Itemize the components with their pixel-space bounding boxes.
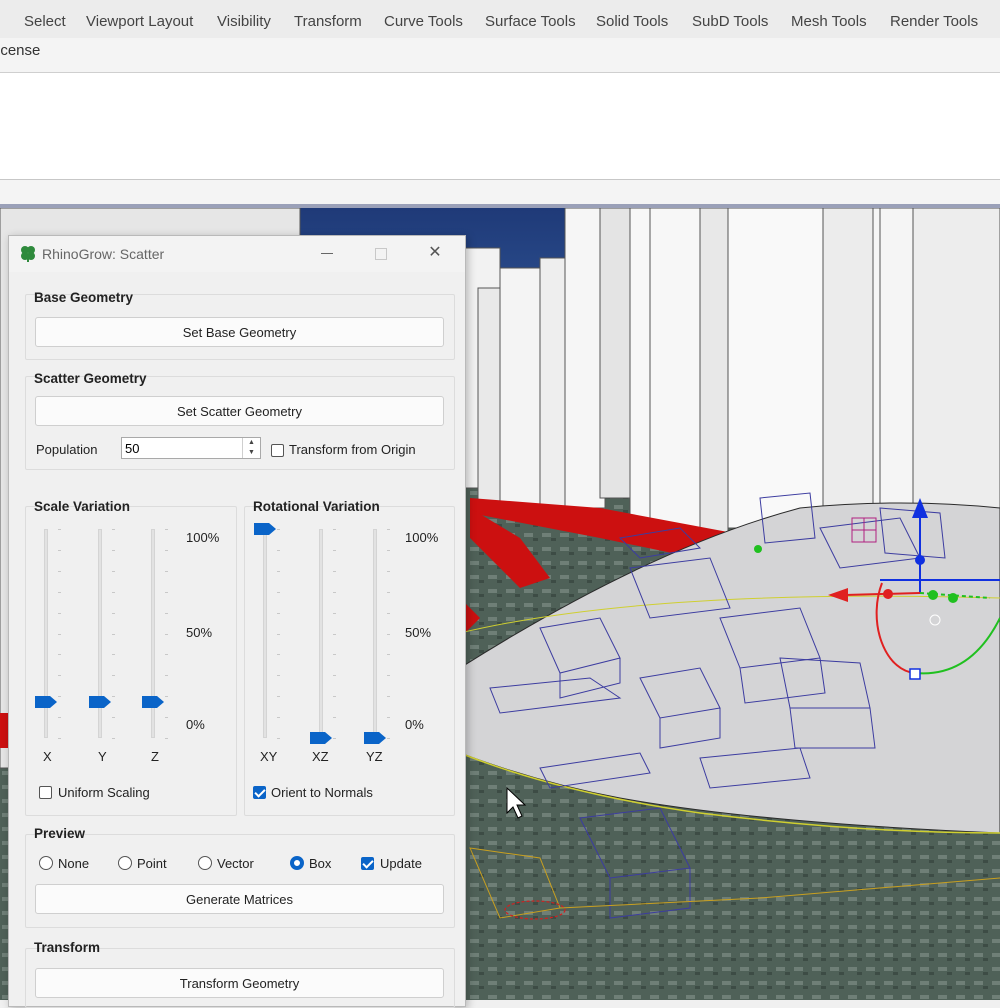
preview-box-label[interactable]: Box <box>309 856 331 871</box>
spin-up-icon[interactable]: ▲ <box>242 438 260 448</box>
rotational-variation-title: Rotational Variation <box>253 499 380 514</box>
license-label[interactable]: icense <box>0 42 40 59</box>
scale-tick-50: 50% <box>186 625 213 640</box>
set-base-geometry-button[interactable]: Set Base Geometry <box>35 317 444 347</box>
transform-from-origin-checkbox[interactable] <box>271 444 284 457</box>
scale-slider-ticks-y <box>112 529 116 739</box>
population-label: Population <box>36 442 98 457</box>
minimize-icon[interactable] <box>314 242 340 264</box>
preview-title: Preview <box>34 826 86 841</box>
license-toolbar: icense <box>0 38 1000 73</box>
uniform-scaling-checkbox[interactable] <box>39 786 52 799</box>
tab-mesh-tools[interactable]: Mesh Tools <box>791 13 867 30</box>
tab-transform[interactable]: Transform <box>294 13 362 30</box>
rot-slider-ticks-yz <box>387 529 391 739</box>
scale-axis-y-label: Y <box>98 749 107 764</box>
scale-axis-z-label: Z <box>151 749 159 764</box>
rot-axis-xy-label: XY <box>260 749 278 764</box>
tab-curve-tools[interactable]: Curve Tools <box>384 13 463 30</box>
transform-geometry-button[interactable]: Transform Geometry <box>35 968 444 998</box>
scale-tick-100: 100% <box>186 530 220 545</box>
transform-title: Transform <box>34 940 101 955</box>
rot-tick-50: 50% <box>405 625 432 640</box>
tab-viewport-layout[interactable]: Viewport Layout <box>86 13 193 30</box>
dialog-title: RhinoGrow: Scatter <box>42 246 165 262</box>
scale-axis-x-label: X <box>43 749 52 764</box>
population-input[interactable] <box>124 439 235 457</box>
dialog-titlebar[interactable]: RhinoGrow: Scatter ✕ <box>9 236 465 272</box>
scale-variation-group <box>25 506 237 816</box>
scatter-geometry-title: Scatter Geometry <box>34 371 147 386</box>
scale-slider-ticks-x <box>58 529 62 739</box>
scatter-dialog: RhinoGrow: Scatter ✕ Base Geometry Set B… <box>8 235 466 1008</box>
tab-subd-tools[interactable]: SubD Tools <box>692 13 768 30</box>
preview-vector-radio[interactable] <box>198 856 212 870</box>
scale-slider-thumb-x[interactable] <box>35 696 57 709</box>
preview-vector-label[interactable]: Vector <box>217 856 254 871</box>
rot-slider-thumb-yz[interactable] <box>364 732 386 744</box>
preview-none-label[interactable]: None <box>58 856 89 871</box>
preview-none-radio[interactable] <box>39 856 53 870</box>
rot-tick-100: 100% <box>405 530 439 545</box>
command-history-area[interactable] <box>0 73 1000 180</box>
scale-slider-thumb-y[interactable] <box>89 696 111 709</box>
set-scatter-geometry-button[interactable]: Set Scatter Geometry <box>35 396 444 426</box>
population-stepper[interactable]: ▲ ▼ <box>121 437 261 459</box>
scale-variation-title: Scale Variation <box>34 499 131 514</box>
base-geometry-title: Base Geometry <box>34 290 134 305</box>
tab-select[interactable]: Select <box>24 13 66 30</box>
rot-axis-xz-label: XZ <box>312 749 329 764</box>
scale-slider-ticks-z <box>165 529 169 739</box>
ribbon-tab-bar: Select Viewport Layout Visibility Transf… <box>0 6 1000 39</box>
command-prompt[interactable] <box>0 180 1000 204</box>
rot-tick-0: 0% <box>405 717 424 732</box>
rot-slider-thumb-xz[interactable] <box>310 732 332 744</box>
rot-slider-thumb-xy[interactable] <box>254 523 276 535</box>
update-checkbox[interactable] <box>361 857 374 870</box>
close-icon[interactable]: ✕ <box>422 242 448 264</box>
tab-render-tools[interactable]: Render Tools <box>890 13 978 30</box>
rotational-variation-group <box>244 506 455 816</box>
rot-slider-ticks-xy <box>277 529 281 739</box>
tab-visibility[interactable]: Visibility <box>217 13 271 30</box>
tab-surface-tools[interactable]: Surface Tools <box>485 13 576 30</box>
transform-from-origin-label[interactable]: Transform from Origin <box>289 442 416 457</box>
clover-icon <box>21 246 35 262</box>
rot-axis-yz-label: YZ <box>366 749 383 764</box>
preview-point-radio[interactable] <box>118 856 132 870</box>
preview-point-label[interactable]: Point <box>137 856 167 871</box>
tab-solid-tools[interactable]: Solid Tools <box>596 13 668 30</box>
preview-box-radio[interactable] <box>290 856 304 870</box>
rot-slider-track-xy[interactable] <box>263 529 267 738</box>
rot-slider-ticks-xz <box>333 529 337 739</box>
update-label[interactable]: Update <box>380 856 422 871</box>
spin-down-icon[interactable]: ▼ <box>242 448 260 458</box>
scale-slider-thumb-z[interactable] <box>142 696 164 709</box>
uniform-scaling-label[interactable]: Uniform Scaling <box>58 785 150 800</box>
maximize-icon[interactable] <box>367 242 393 264</box>
generate-matrices-button[interactable]: Generate Matrices <box>35 884 444 914</box>
orient-to-normals-label[interactable]: Orient to Normals <box>271 785 373 800</box>
rot-slider-track-yz[interactable] <box>373 529 377 738</box>
rot-slider-track-xz[interactable] <box>319 529 323 738</box>
orient-to-normals-checkbox[interactable] <box>253 786 266 799</box>
scale-tick-0: 0% <box>186 717 205 732</box>
